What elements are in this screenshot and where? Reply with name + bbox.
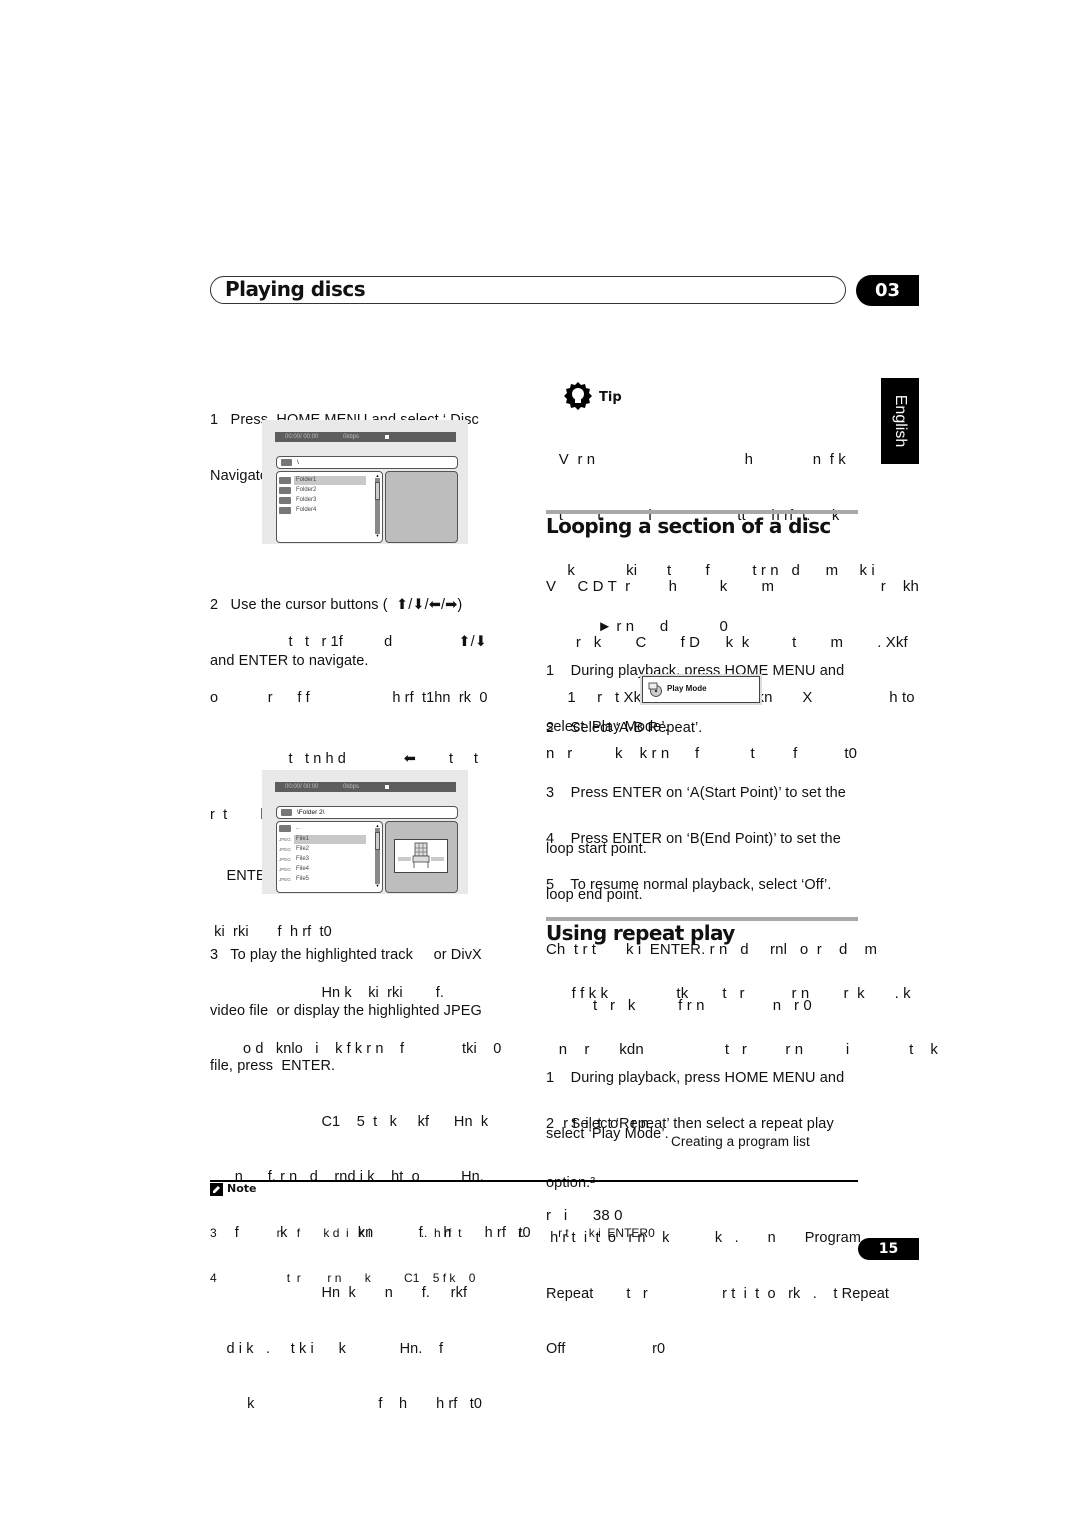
disc-navigator-screen-2: 00:00/ 00:00 0kbps \Folder 2\ .. JPEG Fi… <box>262 770 468 894</box>
stop-icon <box>385 435 389 439</box>
jpeg-icon: JPEG <box>279 837 291 842</box>
list-item[interactable]: JPEG File1 <box>279 835 366 844</box>
path-text: \ <box>297 459 299 466</box>
step-line: option.² <box>546 1174 596 1191</box>
scroll-up-icon[interactable]: ▲ <box>375 824 380 828</box>
looping-step-5: 5 To resume normal playback, select ‘Off… <box>546 877 832 893</box>
folder-icon <box>281 459 292 466</box>
list-item[interactable]: .. <box>279 824 365 833</box>
list-item[interactable]: JPEG File4 <box>279 865 365 874</box>
body-line: o r f f h rf t1hn rk 0 <box>210 689 488 706</box>
list-item[interactable]: Folder4 <box>279 506 365 515</box>
step-line: 2 Select ‘Repeat’ then select a repeat p… <box>546 1116 834 1132</box>
bitrate-readout: 0kbps <box>343 434 360 440</box>
list-item-label: File3 <box>296 856 310 862</box>
preview-pane <box>385 471 458 543</box>
step-3-text: 3 To play the highlighted track or DivX … <box>210 909 531 1432</box>
folder-icon <box>279 825 291 832</box>
body-line: n f. r n d rnd i k ht o Hn. <box>210 1169 484 1185</box>
jpeg-icon: JPEG <box>279 877 291 882</box>
image-thumbnail <box>394 839 448 873</box>
jpeg-icon: JPEG <box>279 857 291 862</box>
list-item-label: File4 <box>296 866 310 872</box>
folder-icon <box>279 497 291 504</box>
tip-label: Tip <box>599 390 622 405</box>
section-title-looping: Looping a section of a disc <box>546 514 831 538</box>
folder-icon <box>279 477 291 484</box>
play-mode-label: Play Mode <box>667 684 707 693</box>
note-line: 4 t r r n k C1 5 f k 0 <box>210 1271 476 1285</box>
list-item[interactable]: JPEG File2 <box>279 845 365 854</box>
list-item-label: File1 <box>294 835 366 844</box>
note-pencil-icon <box>210 1183 223 1196</box>
note-label: Note <box>227 1182 257 1195</box>
scrollbar[interactable]: ▲ ▼ <box>375 474 380 538</box>
jpeg-icon: JPEG <box>279 847 291 852</box>
page-number: 15 <box>858 1238 919 1260</box>
chapter-number-badge: 03 <box>856 275 919 306</box>
list-item[interactable]: Folder3 <box>279 496 365 505</box>
play-mode-menu-item[interactable]: Play Mode <box>640 674 762 705</box>
step-line: 4 Press ENTER on ‘B(End Point)’ to set t… <box>546 831 841 847</box>
chapter-title: Playing discs <box>225 277 366 301</box>
list-item-label: Folder4 <box>296 507 317 513</box>
body-line: k f h h rf t0 <box>210 1396 483 1412</box>
path-text: \Folder 2\ <box>297 809 325 816</box>
list-item-label: File2 <box>296 846 310 852</box>
body-line: t t r 1f d ⬆/⬇ <box>210 634 487 650</box>
time-readout: 00:00/ 00:00 <box>285 434 319 440</box>
folder-icon <box>279 487 291 494</box>
list-item-label: Folder3 <box>296 497 317 503</box>
looping-step-2: 2 Select ‘A-B Repeat’. <box>546 720 703 736</box>
tip-line: V r n h n f k <box>546 451 846 468</box>
list-item-label: .. <box>296 825 300 831</box>
body-line: Off r0 <box>546 1341 666 1357</box>
body-line: f f k k tk t r r n r k . k <box>546 985 911 1002</box>
scroll-thumb[interactable] <box>375 832 380 850</box>
file-list: Folder1 Folder2 Folder3 Folder4 ▲ ▼ <box>276 471 383 543</box>
scrollbar[interactable]: ▲ ▼ <box>375 824 380 888</box>
body-line: V C D T r h k m r kh <box>546 578 919 595</box>
time-readout: 00:00/ 00:00 <box>285 784 319 790</box>
status-bar: 00:00/ 00:00 0kbps <box>275 782 456 792</box>
language-label: English <box>892 394 909 448</box>
list-item[interactable]: JPEG File3 <box>279 855 365 864</box>
step-3-line: video file or display the highlighted JP… <box>210 1002 482 1019</box>
scroll-down-icon[interactable]: ▼ <box>375 534 380 538</box>
jpeg-icon: JPEG <box>279 867 291 872</box>
folder-icon <box>281 809 292 816</box>
step-3-line: 3 To play the highlighted track or DivX <box>210 947 482 963</box>
notes-divider <box>210 1180 858 1182</box>
chair-image-icon <box>398 842 444 868</box>
list-item-label: Folder1 <box>294 476 366 485</box>
scroll-up-icon[interactable]: ▲ <box>375 474 380 478</box>
body-line: t t n h d ⬅ t t <box>210 751 478 767</box>
tip-icon <box>563 381 593 416</box>
list-item-label: Folder2 <box>296 487 317 493</box>
step-3-line: file, press ENTER. <box>210 1058 336 1074</box>
section-title-repeat: Using repeat play <box>546 921 735 945</box>
folder-icon <box>279 507 291 514</box>
status-bar: 00:00/ 00:00 0kbps <box>275 432 456 442</box>
body-line: d i k . t k i k Hn. f <box>210 1340 444 1357</box>
notes-body: 3 n f k d i k i .. h rf t r. r t k i ENT… <box>210 1196 655 1301</box>
body-line: C1 5 t k kf Hn k <box>210 1113 489 1130</box>
note-line: 3 n f k d i k i .. h rf t r. r t k i ENT… <box>210 1226 655 1240</box>
preview-pane <box>385 821 458 893</box>
path-field: \Folder 2\ <box>276 806 458 819</box>
bitrate-readout: 0kbps <box>343 784 360 790</box>
list-item[interactable]: Folder2 <box>279 486 365 495</box>
language-tab: English <box>881 378 919 464</box>
scroll-down-icon[interactable]: ▼ <box>375 884 380 888</box>
list-item[interactable]: JPEG File5 <box>279 875 365 884</box>
stop-icon <box>385 785 389 789</box>
list-item[interactable]: Folder1 <box>279 476 366 485</box>
path-field: \ <box>276 456 458 469</box>
list-item-label: File5 <box>296 876 310 882</box>
scroll-thumb[interactable] <box>375 482 380 500</box>
file-list: .. JPEG File1 JPEG File2 JPEG File3 JPEG… <box>276 821 383 893</box>
play-mode-icon <box>648 682 662 697</box>
disc-navigator-screen-1: 00:00/ 00:00 0kbps \ Folder1 Folder2 Fol… <box>262 420 468 544</box>
